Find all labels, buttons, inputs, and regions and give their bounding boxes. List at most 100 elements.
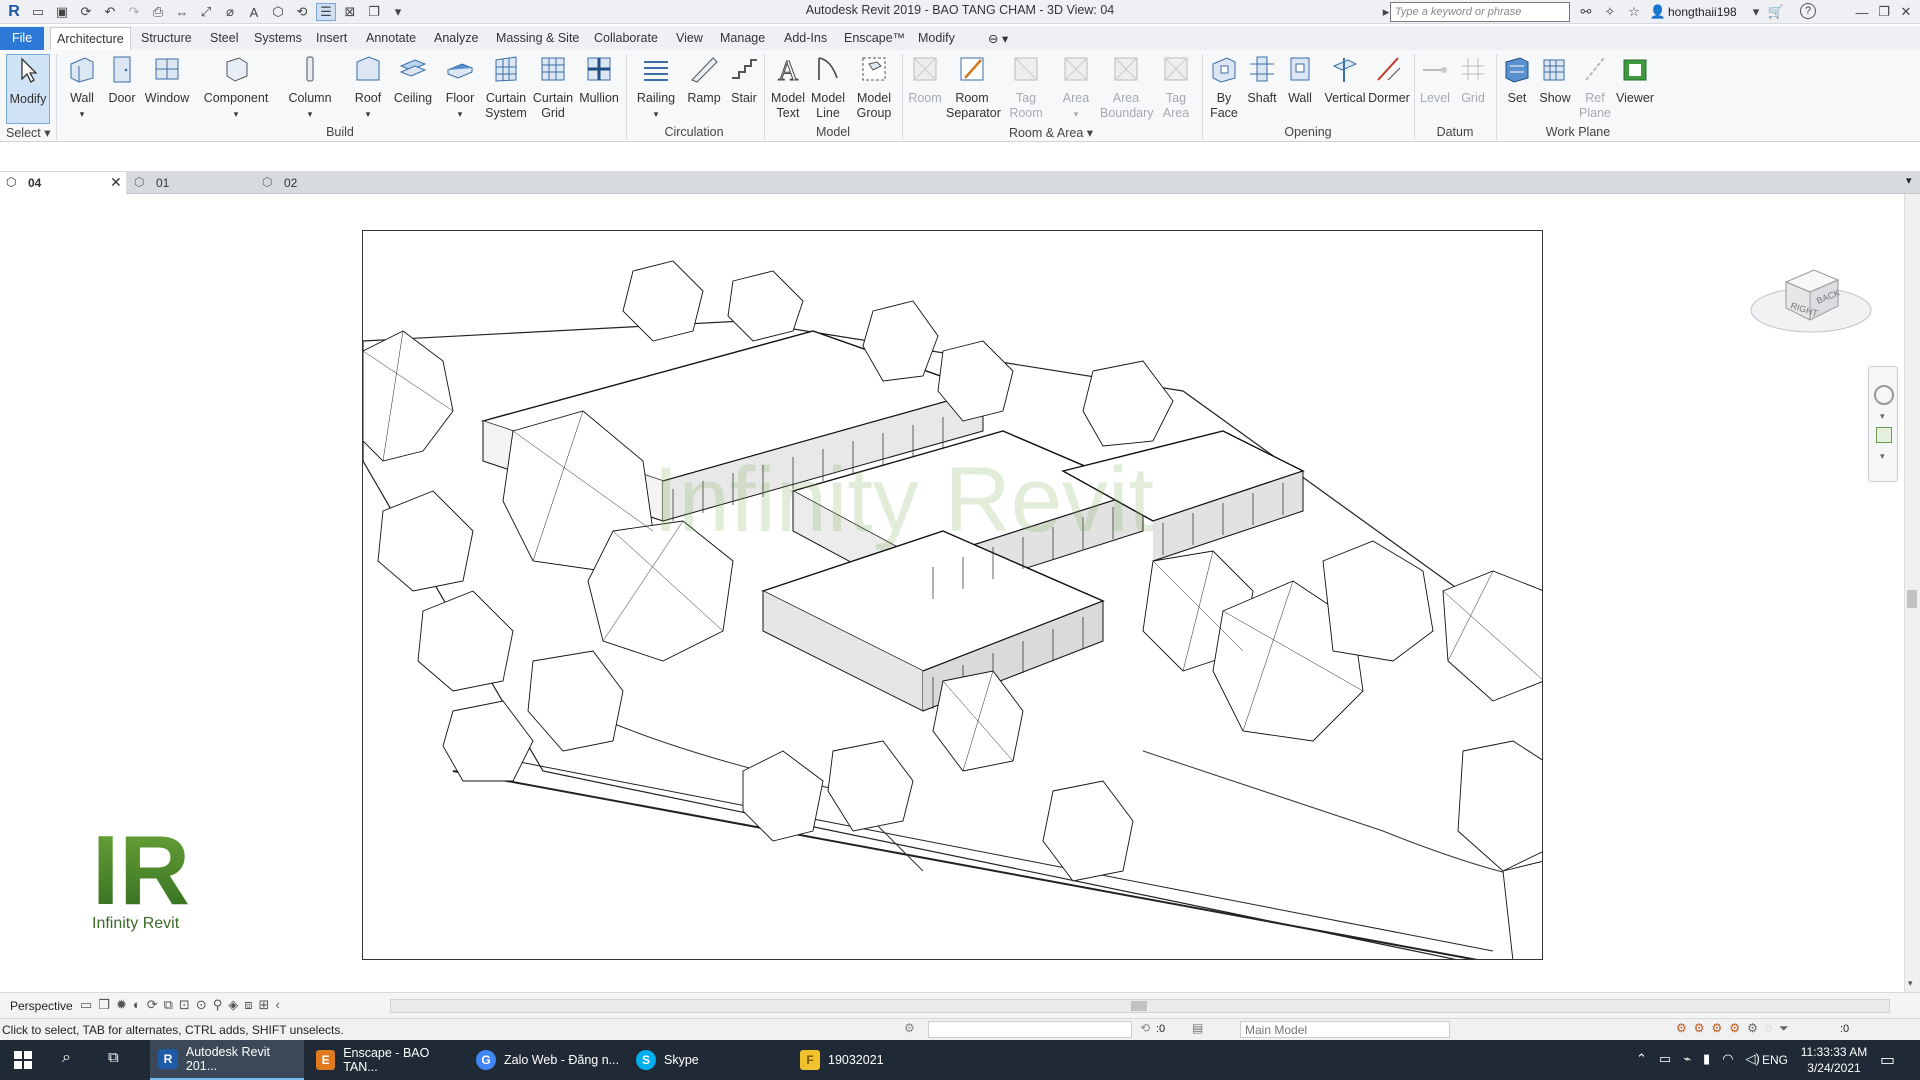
tray-device-icon[interactable]: ▭	[1659, 1051, 1671, 1067]
tab-file[interactable]: File	[0, 27, 45, 50]
rendering-icon[interactable]: ⟳	[147, 997, 158, 1013]
tag-room-button[interactable]: Tag Room	[1004, 54, 1048, 121]
model-text-button[interactable]: A Model Text	[768, 54, 808, 121]
mullion-button[interactable]: Mullion	[578, 54, 620, 106]
steering-wheel-icon[interactable]	[1874, 385, 1894, 405]
reveal-hidden-icon[interactable]: ◈	[228, 997, 238, 1013]
design-options-icon[interactable]: ▤	[1192, 1021, 1203, 1035]
tab-add-ins[interactable]: Add-Ins	[778, 29, 833, 49]
door-button[interactable]: Door	[104, 54, 140, 106]
level-button[interactable]: Level	[1416, 54, 1454, 106]
set-work-plane-button[interactable]: Set	[1498, 54, 1536, 106]
taskbar-app-enscape[interactable]: E Enscape - BAO TAN...	[308, 1040, 462, 1080]
tab-massing-site[interactable]: Massing & Site	[490, 29, 585, 49]
projection-label[interactable]: Perspective	[10, 999, 73, 1013]
horizontal-scrollbar[interactable]	[390, 999, 1890, 1013]
tab-view[interactable]: View	[670, 29, 709, 49]
stair-button[interactable]: Stair	[724, 54, 764, 106]
contextual-tab-toggle-icon[interactable]: ⊖ ▾	[982, 29, 1014, 49]
thin-lines-icon[interactable]: ☰	[316, 3, 336, 21]
shaft-button[interactable]: Shaft	[1244, 54, 1280, 106]
search-icon[interactable]: ⌕	[62, 1049, 71, 1067]
taskbar-app-chrome[interactable]: G Zalo Web - Đăng n...	[468, 1040, 622, 1080]
tab-structure[interactable]: Structure	[135, 29, 198, 49]
modify-button[interactable]: Modify	[6, 54, 50, 124]
revit-logo-icon[interactable]: R	[4, 3, 24, 21]
tab-architecture[interactable]: Architecture	[50, 27, 131, 50]
viewcube[interactable]: RIGHT BACK	[1746, 250, 1876, 350]
tab-enscape[interactable]: Enscape™	[838, 29, 911, 49]
dormer-button[interactable]: Dormer	[1366, 54, 1412, 106]
view-crop-region[interactable]: Infinity Revit	[362, 230, 1543, 960]
tab-systems[interactable]: Systems	[248, 29, 308, 49]
area-boundary-button[interactable]: Area Boundary	[1100, 54, 1154, 121]
by-face-button[interactable]: By Face	[1206, 54, 1242, 121]
search-input[interactable]: Type a keyword or phrase	[1390, 2, 1570, 22]
taskbar-app-folder[interactable]: F 19032021	[792, 1040, 946, 1080]
view-tab-02[interactable]: ⬡ 02	[256, 172, 382, 194]
minimize-icon[interactable]: —	[1852, 3, 1872, 21]
select-panel-label[interactable]: Select ▾	[6, 125, 54, 140]
vertical-opening-button[interactable]: Vertical	[1322, 54, 1368, 106]
close-tab-icon[interactable]: ✕	[110, 174, 122, 191]
taskbar-app-skype[interactable]: S Skype	[628, 1040, 782, 1080]
tab-manage[interactable]: Manage	[714, 29, 771, 49]
notifications-icon[interactable]: ▭	[1880, 1050, 1895, 1070]
select-links-icon[interactable]: ⚙	[1676, 1021, 1687, 1036]
room-area-panel-label[interactable]: Room & Area ▾	[902, 125, 1200, 140]
binoculars-icon[interactable]: ⚯	[1576, 3, 1596, 21]
tab-insert[interactable]: Insert	[310, 29, 353, 49]
undo-icon[interactable]: ↶	[100, 3, 120, 21]
view-tab-04[interactable]: ⬡ 04 ✕	[0, 172, 126, 194]
curtain-grid-button[interactable]: Curtain Grid	[532, 54, 574, 121]
redo-icon[interactable]: ↷	[124, 3, 144, 21]
unlock-3d-icon[interactable]: ⊙	[196, 997, 207, 1013]
design-option-dropdown[interactable]: Main Model	[1240, 1021, 1450, 1038]
roof-button[interactable]: Roof ▾	[348, 54, 388, 122]
drawing-canvas[interactable]: Infinity Revit RIGHT BACK ▾ ▾ IR Infinit…	[0, 194, 1904, 992]
favorites-star-icon[interactable]: ☆	[1624, 3, 1644, 21]
select-pinned-icon[interactable]: ⚙	[1712, 1021, 1723, 1036]
user-icon[interactable]: 👤	[1648, 3, 1668, 21]
railing-button[interactable]: Railing ▾	[634, 54, 678, 122]
workset-dropdown[interactable]	[928, 1021, 1132, 1038]
collapse-icon[interactable]: ‹	[275, 997, 279, 1013]
curtain-system-button[interactable]: Curtain System	[484, 54, 528, 121]
column-button[interactable]: Column ▾	[284, 54, 336, 122]
ref-plane-button[interactable]: Ref Plane	[1576, 54, 1614, 121]
clock[interactable]: 11:33:33 AM 3/24/2021	[1794, 1044, 1874, 1076]
cart-icon[interactable]: 🛒	[1766, 3, 1786, 21]
task-view-icon[interactable]: ⧉	[108, 1049, 119, 1066]
view-tab-01[interactable]: ⬡ 01	[128, 172, 254, 194]
close-icon[interactable]: ✕	[1896, 3, 1916, 21]
save-icon[interactable]: ▣	[52, 3, 72, 21]
filter-icon[interactable]: ⏷	[1779, 1021, 1789, 1036]
tab-annotate[interactable]: Annotate	[360, 29, 422, 49]
chevron-down-icon[interactable]: ▾	[1880, 451, 1885, 462]
communication-center-icon[interactable]: ✧	[1600, 3, 1620, 21]
editable-only-icon[interactable]: ⟲	[1140, 1021, 1150, 1035]
background-process-icon[interactable]: ◌	[1765, 1021, 1772, 1036]
visual-style-icon[interactable]: ❒	[98, 997, 110, 1013]
battery-icon[interactable]: ▮	[1703, 1051, 1710, 1067]
ramp-button[interactable]: Ramp	[684, 54, 724, 106]
viewer-button[interactable]: Viewer	[1614, 54, 1656, 106]
show-work-plane-button[interactable]: Show	[1536, 54, 1574, 106]
wifi-icon[interactable]: ◠	[1722, 1051, 1733, 1067]
user-name[interactable]: hongthaii198	[1668, 5, 1737, 19]
section-icon[interactable]: ⟲	[292, 3, 312, 21]
room-button[interactable]: Room	[904, 54, 946, 106]
worksharing-icon[interactable]: ⧈	[244, 997, 252, 1013]
volume-icon[interactable]: ◁)	[1746, 1051, 1760, 1067]
tray-usb-icon[interactable]: ⌁	[1683, 1051, 1691, 1067]
scroll-down-icon[interactable]: ▾	[1908, 978, 1913, 989]
tag-area-button[interactable]: Tag Area	[1156, 54, 1196, 121]
customize-qat-icon[interactable]: ▾	[388, 3, 408, 21]
ceiling-button[interactable]: Ceiling	[392, 54, 434, 106]
tab-dropdown-icon[interactable]: ▾	[1906, 174, 1912, 187]
sync-icon[interactable]: ⟳	[76, 3, 96, 21]
grid-button[interactable]: Grid	[1454, 54, 1492, 106]
tab-collaborate[interactable]: Collaborate	[588, 29, 664, 49]
sun-path-icon[interactable]: ✹	[116, 997, 127, 1013]
aligned-dimension-icon[interactable]: ⤢	[196, 3, 216, 21]
